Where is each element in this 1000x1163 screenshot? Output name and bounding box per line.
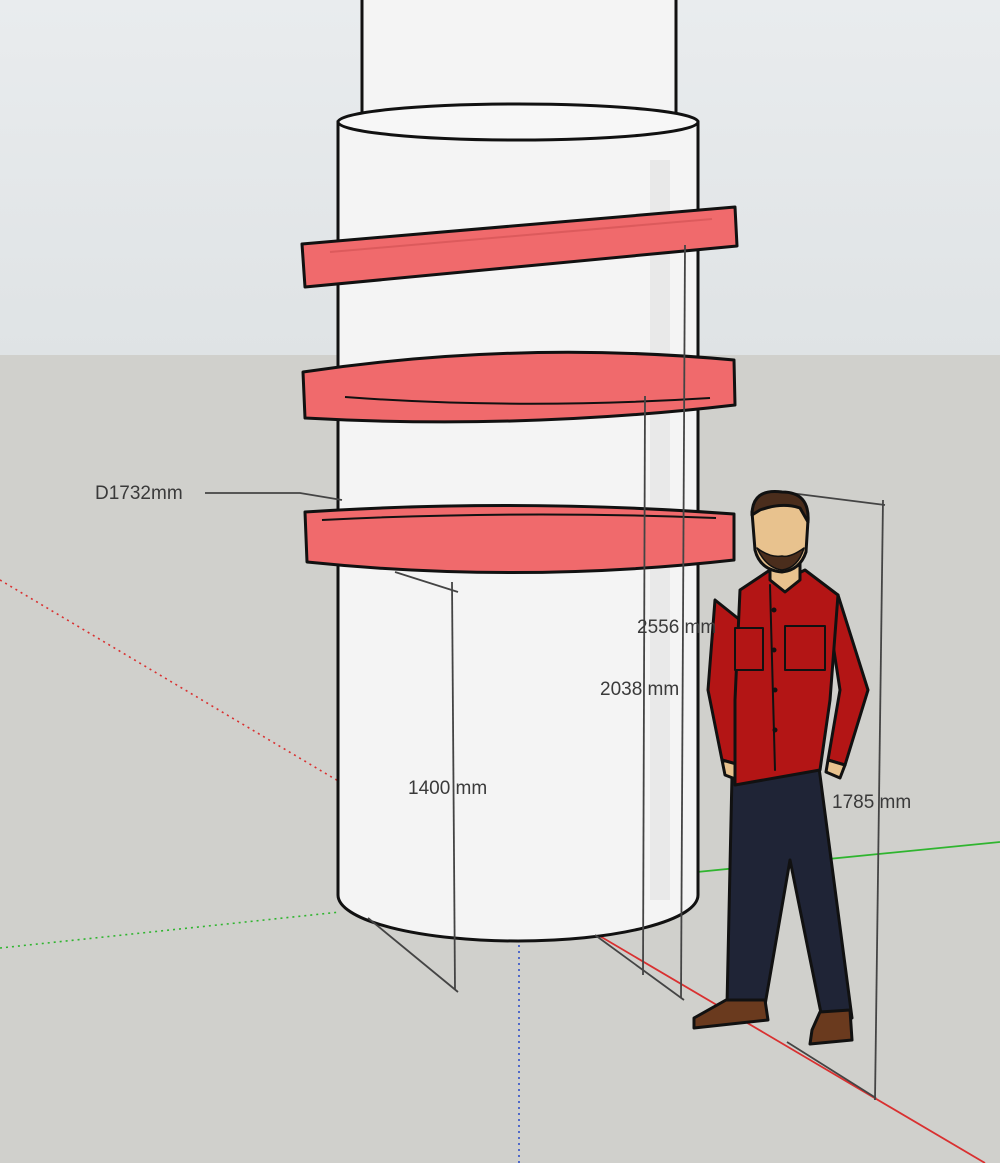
first-ring-height-label[interactable]: 1400 mm: [408, 779, 487, 798]
figure-left-pocket: [734, 627, 764, 671]
second-ring-height-label[interactable]: 2038 mm: [600, 680, 679, 699]
bottom-ring[interactable]: [303, 503, 736, 575]
third-ring-height-label[interactable]: 2556 mm: [637, 618, 716, 637]
sketchup-viewport[interactable]: D1732mm 1400 mm 2038 mm 2556 mm 1785 mm: [0, 0, 1000, 1163]
figure-right-pocket: [784, 625, 826, 671]
middle-ring[interactable]: [301, 350, 737, 424]
figure-shirt: [733, 568, 840, 787]
model-canvas[interactable]: [0, 0, 1000, 1163]
diameter-dimension-label[interactable]: D1732mm: [95, 484, 183, 503]
main-column-top: [336, 102, 700, 142]
person-height-label[interactable]: 1785 mm: [832, 793, 911, 812]
